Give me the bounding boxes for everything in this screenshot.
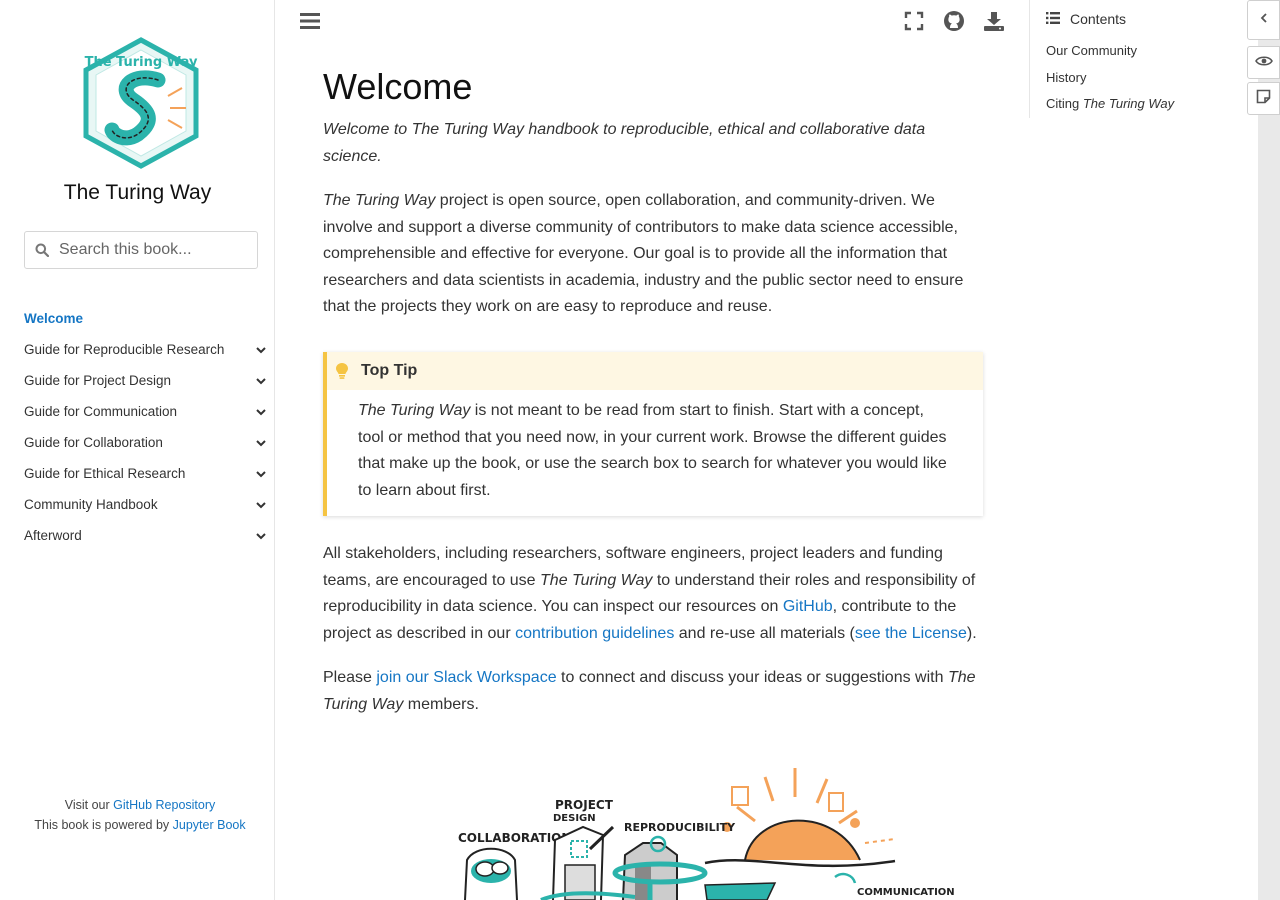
sidebar-item-project-design[interactable]: Guide for Project Design <box>24 365 269 396</box>
search-box[interactable] <box>24 231 258 269</box>
sidebar-item-label: Guide for Communication <box>24 404 178 419</box>
paragraph-text: and re-use all materials ( <box>674 624 855 642</box>
paragraph-text: members. <box>403 695 479 713</box>
toc-header: Contents <box>1046 11 1126 27</box>
illustration-label-reproducibility: REPRODUCIBILITY <box>624 821 736 834</box>
eye-icon <box>1254 54 1273 72</box>
chevron-down-icon[interactable] <box>253 466 269 482</box>
chevron-down-icon[interactable] <box>253 435 269 451</box>
book-name: The Turing Way <box>540 571 653 589</box>
sidebar-item-label: Welcome <box>24 311 84 326</box>
search-icon <box>25 243 59 257</box>
sidebar-item-label: Guide for Collaboration <box>24 435 163 450</box>
illustration-label-project: PROJECT <box>555 798 614 812</box>
sidebar-item-collaboration[interactable]: Guide for Collaboration <box>24 427 269 458</box>
toc-item-citing[interactable]: Citing The Turing Way <box>1046 95 1174 122</box>
turing-way-logo[interactable]: The Turing Way <box>78 36 204 172</box>
toc-item-label: Our Community <box>1046 43 1138 58</box>
intro-paragraph: Welcome to The Turing Way handbook to re… <box>323 121 926 165</box>
book-name: The Turing Way <box>358 402 471 419</box>
project-paragraph-text: project is open source, open collaborati… <box>323 192 964 315</box>
github-icon[interactable] <box>942 9 966 33</box>
book-name: The Turing Way <box>323 192 436 209</box>
slack-workspace-link[interactable]: join our Slack Workspace <box>376 669 556 686</box>
site-title[interactable]: The Turing Way <box>0 181 275 205</box>
admonition-title: Top Tip <box>361 362 418 379</box>
visibility-button[interactable] <box>1247 46 1280 79</box>
illustration-label-design: DESIGN <box>553 813 596 824</box>
collapse-sidebar-button[interactable] <box>1247 0 1280 40</box>
left-sidebar: The Turing Way The Turing Way Welcome Gu… <box>0 0 275 900</box>
project-paragraph: The Turing Way project is open source, o… <box>323 188 983 321</box>
sidebar-item-label: Community Handbook <box>24 497 158 512</box>
fullscreen-icon[interactable] <box>902 9 926 33</box>
toc-item-our-community[interactable]: Our Community <box>1046 42 1174 69</box>
contribution-guidelines-link[interactable]: contribution guidelines <box>515 625 674 642</box>
sidebar-item-afterword[interactable]: Afterword <box>24 520 269 551</box>
lightbulb-icon <box>335 362 355 380</box>
paragraph-text: ). <box>966 624 977 642</box>
chevron-down-icon[interactable] <box>253 497 269 513</box>
download-icon[interactable] <box>982 9 1006 33</box>
sidebar-footer: Visit our GitHub Repository This book is… <box>0 795 280 835</box>
footer-visit-text: Visit our <box>64 798 114 812</box>
list-icon <box>1046 11 1060 27</box>
chevron-left-icon <box>1260 11 1268 29</box>
footer-powered-text: This book is powered by <box>34 818 173 832</box>
paragraph-text: Please <box>323 669 377 686</box>
sidebar-item-community-handbook[interactable]: Community Handbook <box>24 489 269 520</box>
illustration-label-communication: COMMUNICATION <box>857 887 955 898</box>
chevron-down-icon[interactable] <box>253 342 269 358</box>
sidebar-item-label: Guide for Ethical Research <box>24 466 186 481</box>
sidebar-item-welcome[interactable]: Welcome <box>24 303 269 334</box>
sidebar-item-label: Guide for Project Design <box>24 373 172 388</box>
turing-way-illustration: COLLABORATION PROJECT DESIGN REPRODUCIBI… <box>455 765 955 900</box>
sidebar-item-communication[interactable]: Guide for Communication <box>24 396 269 427</box>
main-content: Welcome Welcome to The Turing Way handbo… <box>323 60 983 713</box>
chevron-down-icon[interactable] <box>253 528 269 544</box>
admonition-body: The Turing Way is not meant to be read f… <box>327 390 983 504</box>
sidebar-item-ethical-research[interactable]: Guide for Ethical Research <box>24 458 269 489</box>
admonition-header: Top Tip <box>327 352 983 390</box>
book-name: The Turing Way <box>1082 96 1175 111</box>
annotate-button[interactable] <box>1247 82 1280 115</box>
sidebar-item-label: Afterword <box>24 528 82 543</box>
license-link[interactable]: see the License <box>855 625 967 642</box>
table-of-contents: Contents Our Community History Citing Th… <box>1029 0 1247 118</box>
github-repository-link[interactable]: GitHub Repository <box>113 798 215 812</box>
sidebar-item-reproducible-research[interactable]: Guide for Reproducible Research <box>24 334 269 365</box>
toc-item-history[interactable]: History <box>1046 69 1174 96</box>
toc-item-label: Citing <box>1046 96 1083 111</box>
note-icon <box>1256 89 1271 109</box>
chevron-down-icon[interactable] <box>253 373 269 389</box>
sidebar-item-label: Guide for Reproducible Research <box>24 342 225 357</box>
github-link[interactable]: GitHub <box>783 598 833 615</box>
toc-list: Our Community History Citing The Turing … <box>1046 42 1174 122</box>
menu-icon[interactable] <box>299 11 323 33</box>
logo-text: The Turing Way <box>85 55 198 70</box>
jupyter-book-link[interactable]: Jupyter Book <box>173 818 246 832</box>
slack-paragraph: Please join our Slack Workspace to conne… <box>323 665 983 718</box>
chevron-down-icon[interactable] <box>253 404 269 420</box>
sidebar-nav: Welcome Guide for Reproducible Research … <box>24 303 269 551</box>
top-tip-admonition: Top Tip The Turing Way is not meant to b… <box>323 352 983 516</box>
paragraph-text: to connect and discuss your ideas or sug… <box>556 669 948 686</box>
annotation-rail <box>1258 0 1280 900</box>
page-title: Welcome <box>323 66 473 107</box>
toc-item-label: History <box>1046 69 1087 85</box>
toc-heading: Contents <box>1070 11 1127 27</box>
search-input[interactable] <box>59 241 249 259</box>
stakeholders-paragraph: All stakeholders, including researchers,… <box>323 541 983 647</box>
